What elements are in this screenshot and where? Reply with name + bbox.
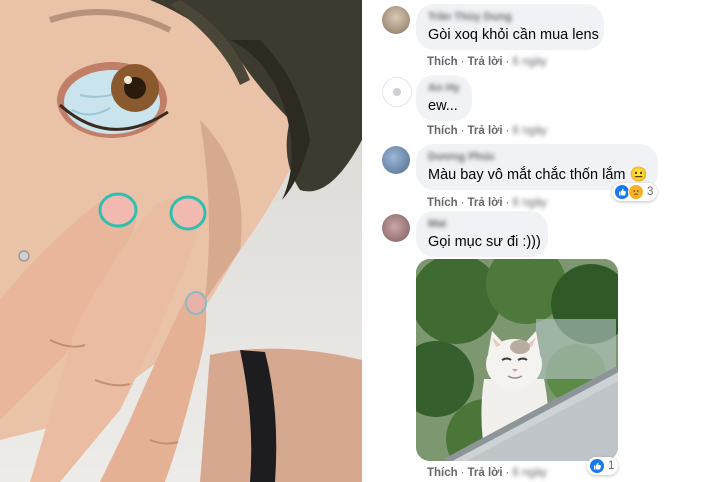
comment-thread: Trần Thùy Dung Gòi xoq khỏi cần mua lens… xyxy=(364,0,710,482)
comment-time[interactable]: 6 ngày xyxy=(512,124,547,138)
reaction-summary[interactable]: 1 xyxy=(587,457,619,475)
like-link[interactable]: Thích xyxy=(427,196,458,210)
comment-time[interactable]: 6 ngày xyxy=(512,196,547,210)
like-link[interactable]: Thích xyxy=(427,124,458,138)
comment-actions: Thích · Trả lời · 6 ngày xyxy=(427,196,547,210)
reaction-summary[interactable]: 3 xyxy=(612,183,658,201)
avatar[interactable] xyxy=(382,214,410,242)
separator-dot: · xyxy=(505,56,510,68)
avatar[interactable] xyxy=(382,77,412,107)
like-reaction-icon xyxy=(589,458,605,474)
post-photo-illustration xyxy=(0,0,362,482)
comment-text: Màu bay vô mắt chắc thốn lắm 😐 xyxy=(428,167,648,183)
separator-dot: · xyxy=(505,125,510,137)
comment-bubble: An Hy ew... xyxy=(416,75,472,121)
comment-author[interactable]: Mai xyxy=(428,218,536,231)
separator-dot: · xyxy=(505,197,510,209)
separator-dot: · xyxy=(505,467,510,479)
reply-link[interactable]: Trả lời xyxy=(468,124,503,138)
avatar[interactable] xyxy=(382,146,410,174)
comment-actions: Thích · Trả lời · 6 ngày xyxy=(427,55,547,69)
comment-author[interactable]: An Hy xyxy=(428,82,460,95)
separator-dot: · xyxy=(460,197,465,209)
reaction-count: 1 xyxy=(608,460,615,472)
comment-text: ew... xyxy=(428,98,458,114)
comment-bubble: Trần Thùy Dung Gòi xoq khỏi cần mua lens xyxy=(416,4,604,50)
comment-text: Gòi xoq khỏi cần mua lens xyxy=(428,27,599,43)
comment-actions: Thích · Trả lời · 6 ngày xyxy=(427,124,547,138)
like-link[interactable]: Thích xyxy=(427,55,458,69)
comment-bubble: Mai Gọi mục sư đi :))) xyxy=(416,211,548,257)
reaction-count: 3 xyxy=(647,186,654,198)
reply-link[interactable]: Trả lời xyxy=(468,196,503,210)
comment-author[interactable]: Dương Phúc xyxy=(428,151,646,164)
like-link[interactable]: Thích xyxy=(427,466,458,480)
comment-text: Gọi mục sư đi :))) xyxy=(428,234,541,250)
default-avatar-icon xyxy=(393,88,401,96)
separator-dot: · xyxy=(460,56,465,68)
sad-reaction-icon xyxy=(628,184,644,200)
reply-link[interactable]: Trả lời xyxy=(468,466,503,480)
comment-actions: Thích · Trả lời · 6 ngày xyxy=(427,466,547,480)
separator-dot: · xyxy=(460,467,465,479)
cat-photo-illustration xyxy=(416,259,618,461)
separator-dot: · xyxy=(460,125,465,137)
comment-author[interactable]: Trần Thùy Dung xyxy=(428,11,592,24)
comment-time[interactable]: 6 ngày xyxy=(512,466,547,480)
comment-attached-photo[interactable] xyxy=(416,259,618,461)
comment-time[interactable]: 6 ngày xyxy=(512,55,547,69)
post-photo[interactable] xyxy=(0,0,362,482)
avatar[interactable] xyxy=(382,6,410,34)
reply-link[interactable]: Trả lời xyxy=(468,55,503,69)
